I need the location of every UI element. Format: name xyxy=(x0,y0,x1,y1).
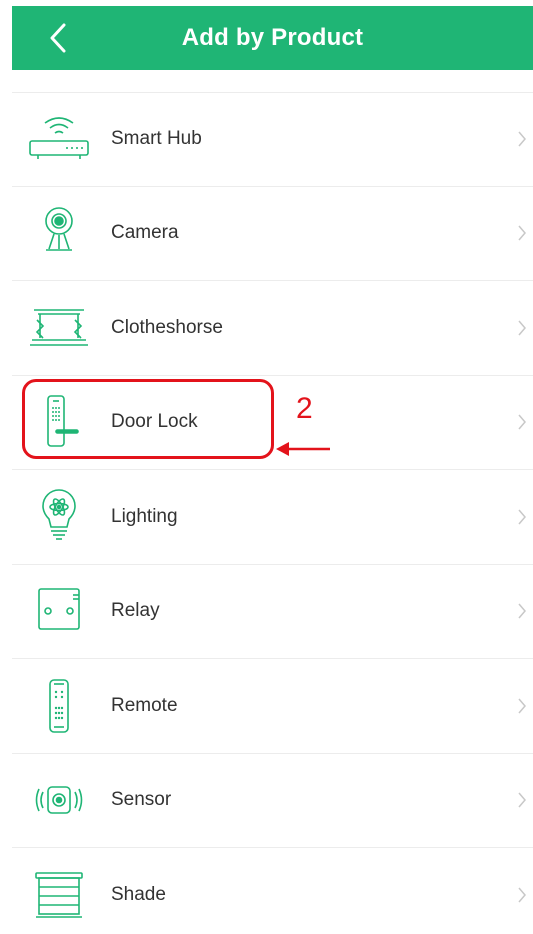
product-label: Shade xyxy=(111,883,166,905)
product-row-remote[interactable]: Remote xyxy=(12,659,533,754)
product-row-relay[interactable]: Relay xyxy=(12,565,533,659)
product-row-door-lock[interactable]: Door Lock xyxy=(12,376,533,470)
door-lock-icon xyxy=(26,394,92,450)
product-label: Smart Hub xyxy=(111,127,202,149)
product-label: Relay xyxy=(111,600,160,622)
product-list: Smart Hub Camera Clotheshorse Door Lock … xyxy=(12,92,533,934)
router-icon xyxy=(26,111,92,167)
product-label: Camera xyxy=(111,222,179,244)
product-label: Clotheshorse xyxy=(111,316,223,338)
chevron-right-icon xyxy=(515,411,529,433)
chevron-right-icon xyxy=(515,789,529,811)
product-label: Lighting xyxy=(111,505,178,527)
product-row-smart-hub[interactable]: Smart Hub xyxy=(12,92,533,187)
arrow-left-icon xyxy=(276,442,330,456)
product-row-shade[interactable]: Shade xyxy=(12,848,533,934)
relay-icon xyxy=(26,583,92,639)
product-row-clotheshorse[interactable]: Clotheshorse xyxy=(12,281,533,376)
chevron-right-icon xyxy=(515,600,529,622)
chevron-right-icon xyxy=(515,317,529,339)
product-row-lighting[interactable]: Lighting xyxy=(12,470,533,565)
remote-icon xyxy=(26,678,92,734)
chevron-right-icon xyxy=(515,884,529,906)
product-label: Sensor xyxy=(111,789,172,811)
clotheshorse-icon xyxy=(26,300,92,356)
product-row-sensor[interactable]: Sensor xyxy=(12,754,533,848)
annotation-number: 2 xyxy=(296,392,313,425)
product-label: Remote xyxy=(111,694,178,716)
header-bar: Add by Product xyxy=(12,6,533,70)
page-title: Add by Product xyxy=(181,24,364,51)
product-row-camera[interactable]: Camera xyxy=(12,187,533,281)
chevron-right-icon xyxy=(515,128,529,150)
chevron-right-icon xyxy=(515,695,529,717)
chevron-right-icon xyxy=(515,506,529,528)
chevron-right-icon xyxy=(515,222,529,244)
lightbulb-icon xyxy=(26,488,92,545)
product-label: Door Lock xyxy=(111,411,198,433)
sensor-icon xyxy=(26,772,92,828)
shade-icon xyxy=(26,867,92,923)
camera-icon xyxy=(26,205,92,261)
